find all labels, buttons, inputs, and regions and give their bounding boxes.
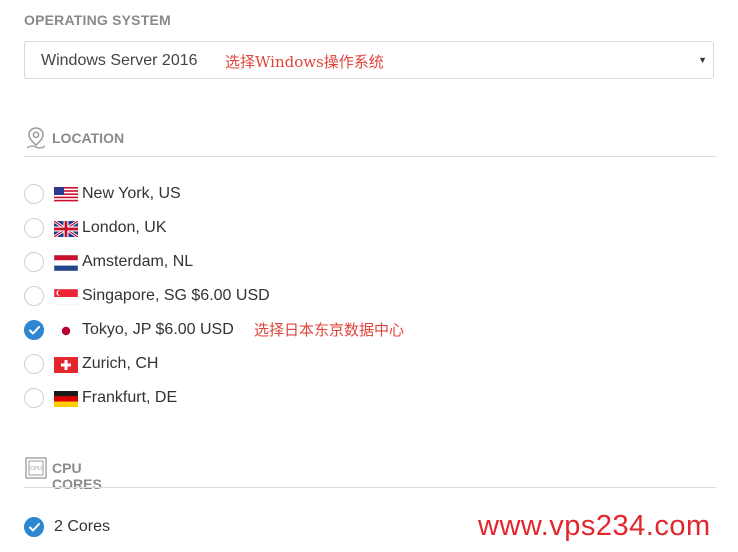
location-option-frankfurt[interactable]: Frankfurt, DE [24,388,524,422]
nl-flag-icon [54,255,78,271]
os-section-title: OPERATING SYSTEM [24,12,171,28]
location-label: London, UK [82,219,167,236]
location-option-tokyo[interactable]: Tokyo, JP $6.00 USD 选择日本东京数据中心 [24,320,524,354]
location-option-zurich[interactable]: Zurich, CH [24,354,524,388]
svg-text:CPU: CPU [30,466,42,472]
radio-button[interactable] [24,184,44,204]
location-label: Frankfurt, DE [82,389,178,406]
radio-button[interactable] [24,354,44,374]
radio-button[interactable] [24,388,44,408]
location-option-singapore[interactable]: Singapore, SG $6.00 USD [24,286,524,320]
os-select-value: Windows Server 2016 [41,52,198,69]
location-option-amsterdam[interactable]: Amsterdam, NL [24,252,524,286]
cpu-icon: CPU [25,457,47,479]
de-flag-icon [54,391,78,407]
location-list: New York, US London, UK Amsterdam, NL Si… [24,184,524,422]
location-divider [24,156,716,157]
radio-button[interactable] [24,252,44,272]
os-annotation: 选择Windows操作系统 [225,53,384,71]
location-label: Singapore, SG $6.00 USD [82,287,270,304]
os-select[interactable]: Windows Server 2016 选择Windows操作系统 ▼ [24,41,714,79]
location-option-london[interactable]: London, UK [24,218,524,252]
uk-flag-icon [54,221,78,237]
watermark: www.vps234.com [478,510,711,542]
checkmark-icon [29,326,40,335]
radio-button[interactable] [24,286,44,306]
location-label: Amsterdam, NL [82,253,194,270]
cpu-divider [24,487,716,488]
map-pin-icon [26,127,46,149]
location-section-title: LOCATION [52,130,125,146]
cpu-option-label: 2 Cores [54,518,111,535]
sg-flag-icon [54,289,78,305]
ch-flag-icon [54,357,78,373]
radio-button-checked[interactable] [24,517,44,537]
location-label: New York, US [82,185,181,202]
location-annotation: 选择日本东京数据中心 [254,321,405,339]
chevron-down-icon: ▼ [698,55,707,65]
location-option-new-york[interactable]: New York, US [24,184,524,218]
us-flag-icon [54,187,78,203]
radio-button[interactable] [24,218,44,238]
radio-button-checked[interactable] [24,320,44,340]
location-label: Tokyo, JP $6.00 USD [82,321,234,338]
location-label: Zurich, CH [82,355,159,372]
jp-flag-icon [54,323,78,339]
checkmark-icon [29,523,40,532]
